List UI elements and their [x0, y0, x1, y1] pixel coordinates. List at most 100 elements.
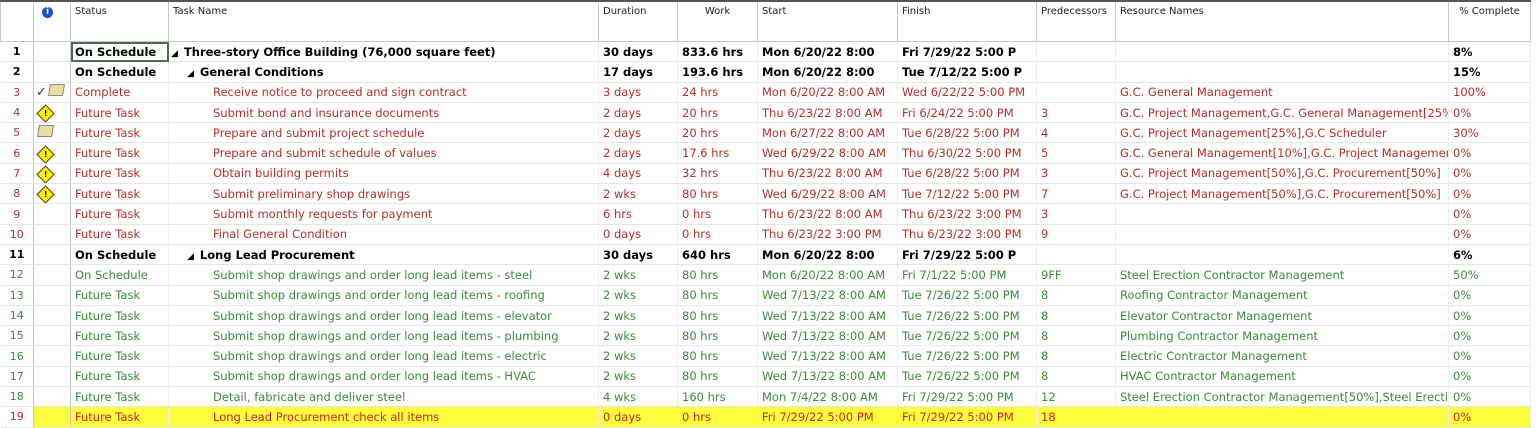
- finish-cell[interactable]: Fri 7/29/22 5:00 PM: [897, 406, 1037, 428]
- task-row[interactable]: 4! Future Task Submit bond and insurance d…: [0, 102, 1531, 124]
- status-cell[interactable]: Future Task: [70, 305, 169, 327]
- warning-icon[interactable]: !: [36, 185, 55, 203]
- percent-complete-cell[interactable]: 0%: [1448, 203, 1531, 225]
- resource-names-cell[interactable]: [1115, 203, 1449, 225]
- note-icon[interactable]: [47, 84, 65, 97]
- resource-names-cell[interactable]: [1115, 41, 1449, 63]
- row-number[interactable]: 18: [0, 386, 34, 408]
- resource-names-cell[interactable]: [1115, 406, 1449, 428]
- status-cell[interactable]: On Schedule: [70, 41, 169, 63]
- finish-cell[interactable]: Tue 7/26/22 5:00 PM: [897, 325, 1037, 347]
- resource-names-cell[interactable]: G.C. Project Management[50%],G.C. Procur…: [1115, 163, 1449, 185]
- percent-complete-cell[interactable]: 0%: [1448, 406, 1531, 428]
- row-number[interactable]: 19: [0, 406, 34, 428]
- resource-names-cell[interactable]: G.C. General Management: [1115, 82, 1449, 103]
- status-cell[interactable]: Future Task: [70, 183, 169, 205]
- duration-cell[interactable]: 2 days: [598, 122, 678, 144]
- finish-cell[interactable]: Fri 7/29/22 5:00 P: [897, 41, 1037, 63]
- work-cell[interactable]: 0 hrs: [677, 406, 758, 428]
- predecessors-cell[interactable]: 7: [1036, 183, 1116, 205]
- duration-cell[interactable]: 2 wks: [598, 345, 678, 367]
- start-cell[interactable]: Wed 7/13/22 8:00 AM: [757, 305, 898, 327]
- finish-header[interactable]: Finish: [897, 0, 1037, 42]
- finish-cell[interactable]: Tue 7/26/22 5:00 PM: [897, 305, 1037, 327]
- work-cell[interactable]: 80 hrs: [677, 305, 758, 327]
- predecessors-cell[interactable]: 3: [1036, 163, 1116, 185]
- start-cell[interactable]: Mon 6/20/22 8:00: [757, 41, 898, 63]
- work-cell[interactable]: 80 hrs: [677, 264, 758, 286]
- task-row[interactable]: 8! Future Task Submit preliminary shop dra…: [0, 183, 1531, 205]
- start-cell[interactable]: Mon 6/20/22 8:00 AM: [757, 82, 898, 103]
- predecessors-cell[interactable]: 3: [1036, 203, 1116, 225]
- percent-complete-cell[interactable]: 0%: [1448, 325, 1531, 347]
- resource-names-cell[interactable]: [1115, 244, 1449, 266]
- work-cell[interactable]: 193.6 hrs: [677, 61, 758, 83]
- task-name-cell[interactable]: Final General Condition: [168, 224, 599, 245]
- work-cell[interactable]: 80 hrs: [677, 366, 758, 388]
- finish-cell[interactable]: Thu 6/23/22 3:00 PM: [897, 224, 1037, 245]
- predecessors-cell[interactable]: 5: [1036, 142, 1116, 164]
- percent-complete-cell[interactable]: 0%: [1448, 183, 1531, 205]
- task-row[interactable]: 14 Future Task Submit shop drawings and or…: [0, 305, 1531, 327]
- duration-cell[interactable]: 3 days: [598, 82, 678, 103]
- duration-cell[interactable]: 2 days: [598, 142, 678, 164]
- start-cell[interactable]: Mon 6/20/22 8:00: [757, 244, 898, 266]
- work-cell[interactable]: 20 hrs: [677, 102, 758, 124]
- status-cell[interactable]: Future Task: [70, 366, 169, 388]
- row-number-header[interactable]: [0, 0, 34, 42]
- warning-icon[interactable]: !: [36, 165, 55, 183]
- percent-complete-cell[interactable]: 30%: [1448, 122, 1531, 144]
- start-cell[interactable]: Mon 7/4/22 8:00 AM: [757, 386, 898, 408]
- finish-cell[interactable]: Tue 6/28/22 5:00 PM: [897, 163, 1037, 185]
- status-cell[interactable]: Future Task: [70, 325, 169, 347]
- resource-names-cell[interactable]: G.C. General Management[10%],G.C. Projec…: [1115, 142, 1449, 164]
- row-number[interactable]: 14: [0, 305, 34, 327]
- predecessors-cell[interactable]: 18: [1036, 406, 1116, 428]
- status-cell[interactable]: Complete: [70, 82, 169, 103]
- duration-cell[interactable]: 30 days: [598, 244, 678, 266]
- duration-cell[interactable]: 2 wks: [598, 366, 678, 388]
- start-cell[interactable]: Wed 6/29/22 8:00 AM: [757, 142, 898, 164]
- start-cell[interactable]: Wed 7/13/22 8:00 AM: [757, 285, 898, 306]
- duration-cell[interactable]: 2 wks: [598, 305, 678, 327]
- resource-names-cell[interactable]: HVAC Contractor Management: [1115, 366, 1449, 388]
- row-number[interactable]: 10: [0, 224, 34, 245]
- task-name-cell[interactable]: Submit bond and insurance documents: [168, 102, 599, 124]
- percent-complete-cell[interactable]: 8%: [1448, 41, 1531, 63]
- row-number[interactable]: 15: [0, 325, 34, 347]
- finish-cell[interactable]: Tue 7/26/22 5:00 PM: [897, 345, 1037, 367]
- percent-complete-cell[interactable]: 6%: [1448, 244, 1531, 266]
- resource-names-cell[interactable]: G.C. Project Management[25%],G.C Schedul…: [1115, 122, 1449, 144]
- work-cell[interactable]: 160 hrs: [677, 386, 758, 408]
- predecessors-cell[interactable]: 8: [1036, 366, 1116, 388]
- percent-complete-header[interactable]: % Complete: [1448, 0, 1531, 42]
- warning-icon[interactable]: !: [36, 104, 55, 122]
- collapse-triangle-icon[interactable]: ◢: [187, 69, 194, 79]
- start-cell[interactable]: Mon 6/20/22 8:00: [757, 61, 898, 83]
- row-number[interactable]: 5: [0, 122, 34, 144]
- predecessors-cell[interactable]: 3: [1036, 102, 1116, 124]
- status-cell[interactable]: Future Task: [70, 203, 169, 225]
- task-row[interactable]: 16 Future Task Submit shop drawings and or…: [0, 345, 1531, 367]
- task-row[interactable]: 12 On Schedule Submit shop drawings and or…: [0, 264, 1531, 286]
- status-cell[interactable]: Future Task: [70, 345, 169, 367]
- work-cell[interactable]: 20 hrs: [677, 122, 758, 144]
- finish-cell[interactable]: Fri 7/29/22 5:00 PM: [897, 386, 1037, 408]
- work-cell[interactable]: 24 hrs: [677, 82, 758, 103]
- task-name-cell[interactable]: Detail, fabricate and deliver steel: [168, 386, 599, 408]
- task-row[interactable]: 13 Future Task Submit shop drawings and or…: [0, 285, 1531, 306]
- predecessors-cell[interactable]: [1036, 244, 1116, 266]
- collapse-triangle-icon[interactable]: ◢: [171, 49, 178, 59]
- status-header[interactable]: Status: [70, 0, 169, 42]
- resource-names-cell[interactable]: [1115, 61, 1449, 83]
- row-number[interactable]: 12: [0, 264, 34, 286]
- start-cell[interactable]: Wed 7/13/22 8:00 AM: [757, 325, 898, 347]
- percent-complete-cell[interactable]: 0%: [1448, 386, 1531, 408]
- task-name-cell[interactable]: Obtain building permits: [168, 163, 599, 185]
- start-cell[interactable]: Wed 6/29/22 8:00 AM: [757, 183, 898, 205]
- status-cell[interactable]: Future Task: [70, 142, 169, 164]
- status-cell[interactable]: Future Task: [70, 163, 169, 185]
- percent-complete-cell[interactable]: 0%: [1448, 224, 1531, 245]
- status-cell[interactable]: On Schedule: [70, 244, 169, 266]
- percent-complete-cell[interactable]: 0%: [1448, 142, 1531, 164]
